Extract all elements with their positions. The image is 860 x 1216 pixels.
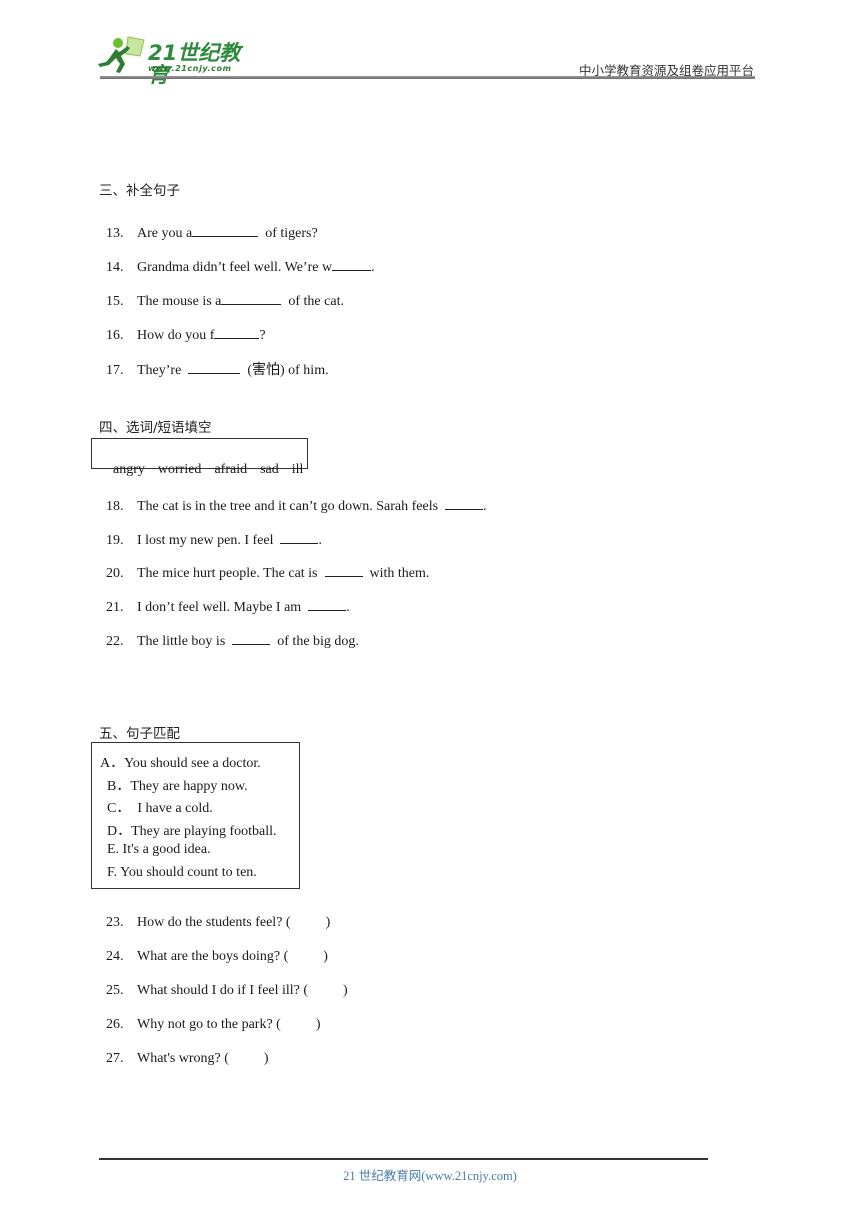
word-bank-item: ill [291, 462, 304, 477]
question-text-after: of tigers? [258, 226, 318, 241]
question-text-after: of the cat. [281, 294, 344, 309]
question-15: 15. The mouse is a of the cat. [99, 276, 344, 310]
question-text-after: (害怕) of him. [240, 363, 329, 378]
answer-blank[interactable] [332, 258, 372, 271]
question-number: 14. [106, 260, 124, 275]
question-text-before: The little boy is [137, 634, 233, 649]
question-text-after: of the big dog. [270, 634, 359, 649]
word-bank-item: worried [157, 462, 202, 477]
question-21: 21. I don’t feel well. Maybe I am . [99, 582, 350, 616]
footer-divider [99, 1158, 708, 1160]
section-title-complete-sentences: 三、补全句子 [99, 183, 180, 199]
question-text[interactable]: How do the students feel? ( ) [137, 915, 330, 930]
site-logo: 21世纪教育 www.21cnjy.com [94, 34, 259, 86]
question-number: 17. [106, 363, 124, 378]
word-bank-item: angry [113, 462, 145, 477]
option-a: A．You should see a doctor. [100, 756, 261, 771]
question-25: 25. What should I do if I feel ill? ( ) [99, 967, 348, 999]
question-text-after: . [371, 260, 375, 275]
word-bank-item: sad [260, 462, 279, 477]
question-text-before: How do you f [137, 328, 215, 343]
question-27: 27. What's wrong? ( ) [99, 1035, 269, 1067]
option-d: D．They are playing football. [107, 824, 277, 839]
question-26: 26. Why not go to the park? ( ) [99, 1001, 321, 1033]
question-number: 18. [106, 499, 124, 514]
question-text[interactable]: What are the boys doing? ( ) [137, 949, 328, 964]
question-text-after: . [346, 600, 350, 615]
answer-blank[interactable] [308, 598, 347, 611]
answer-blank[interactable] [232, 632, 271, 645]
answer-blank[interactable] [214, 326, 260, 339]
question-number: 26. [106, 1017, 124, 1032]
answer-blank[interactable] [324, 564, 363, 577]
answer-blank[interactable] [188, 361, 241, 374]
question-17: 17. They’re (害怕) of him. [99, 343, 329, 379]
question-text-before: I don’t feel well. Maybe I am [137, 600, 309, 615]
footer-text: 21 世纪教育网(www.21cnjy.com) [343, 1169, 517, 1183]
question-text-before: They’re [137, 363, 189, 378]
word-bank-item: afraid [214, 462, 248, 477]
question-text-before: Grandma didn’t feel well. We’re w [137, 260, 333, 275]
question-text-before: Are you a [137, 226, 193, 241]
runner-logo-icon [98, 36, 145, 73]
question-text-after: ? [259, 328, 266, 343]
matching-options-box: A．You should see a doctor. B．They are ha… [91, 742, 300, 889]
answer-blank[interactable] [280, 531, 319, 544]
question-text[interactable]: Why not go to the park? ( ) [137, 1017, 321, 1032]
question-13: 13. Are you a of tigers? [99, 208, 318, 242]
question-20: 20. The mice hurt people. The cat is with… [99, 548, 429, 582]
answer-blank[interactable] [445, 497, 484, 510]
option-e: E. It's a good idea. [107, 842, 211, 857]
question-14: 14. Grandma didn’t feel well. We’re w. [99, 242, 375, 276]
question-24: 24. What are the boys doing? ( ) [99, 933, 328, 965]
question-number: 25. [106, 983, 124, 998]
question-number: 20. [106, 566, 124, 581]
question-23: 23. How do the students feel? ( ) [99, 899, 330, 931]
option-c: C． I have a cold. [107, 801, 213, 816]
section-title-word-fill: 四、选词/短语填空 [99, 420, 212, 436]
question-text-before: The cat is in the tree and it can’t go d… [137, 499, 446, 514]
question-22: 22. The little boy is of the big dog. [99, 616, 359, 650]
question-number: 16. [106, 328, 124, 343]
question-number: 13. [106, 226, 124, 241]
option-f: F. You should count to ten. [107, 865, 257, 880]
option-b: B．They are happy now. [107, 779, 248, 794]
question-text-after: with them. [362, 566, 430, 581]
question-19: 19. I lost my new pen. I feel . [99, 515, 322, 549]
question-text-before: The mice hurt people. The cat is [137, 566, 325, 581]
logo-url-text: www.21cnjy.com [148, 64, 232, 73]
question-number: 23. [106, 915, 124, 930]
answer-blank[interactable] [192, 224, 259, 237]
question-number: 21. [106, 600, 124, 615]
question-18: 18. The cat is in the tree and it can’t g… [99, 481, 487, 515]
question-number: 15. [106, 294, 124, 309]
question-number: 22. [106, 634, 124, 649]
question-number: 24. [106, 949, 124, 964]
question-text[interactable]: What's wrong? ( ) [137, 1051, 269, 1066]
question-text-before: I lost my new pen. I feel [137, 533, 281, 548]
question-16: 16. How do you f? [99, 310, 266, 344]
question-text-after: . [483, 499, 487, 514]
answer-blank[interactable] [221, 292, 282, 305]
section-title-sentence-matching: 五、句子匹配 [99, 726, 180, 742]
header-divider [100, 76, 755, 79]
question-text-before: The mouse is a [137, 294, 222, 309]
word-bank-box: angry worried afraid sad ill [91, 438, 308, 477]
question-number: 27. [106, 1051, 124, 1066]
question-text-after: . [318, 533, 322, 548]
question-text[interactable]: What should I do if I feel ill? ( ) [137, 983, 348, 998]
question-number: 19. [106, 533, 124, 548]
